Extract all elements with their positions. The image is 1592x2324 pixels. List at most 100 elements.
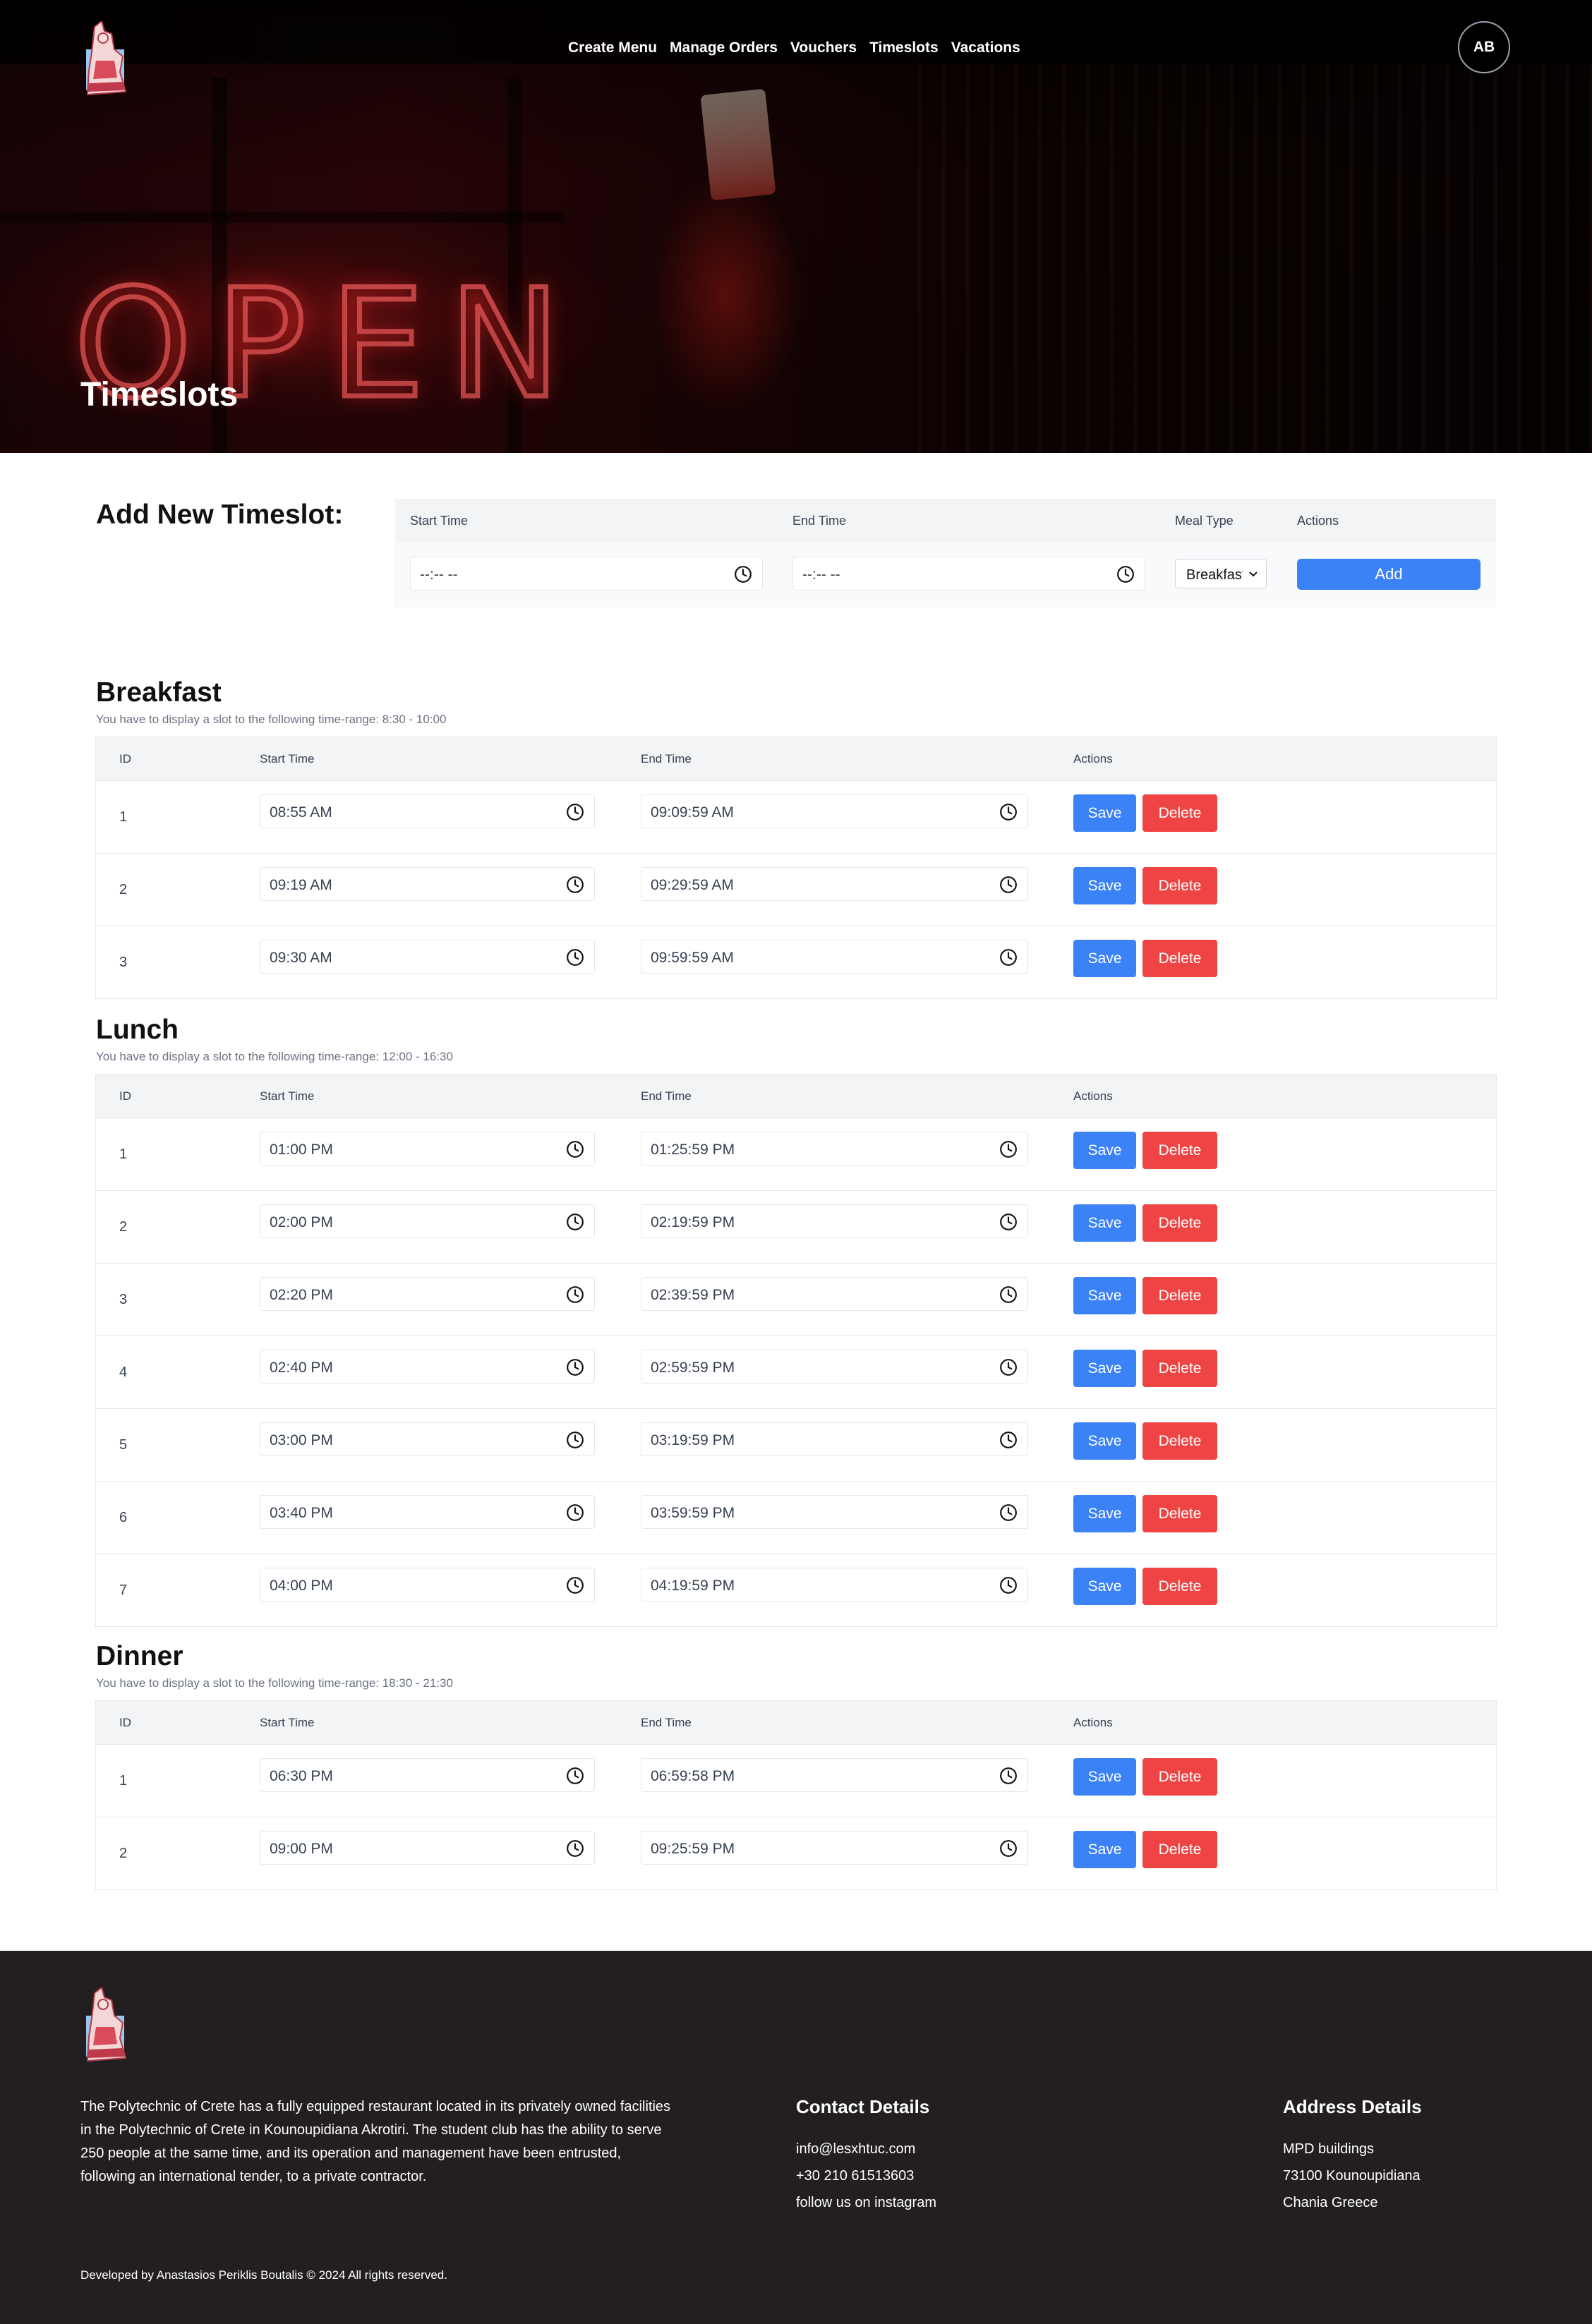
clock-icon[interactable] [999, 803, 1018, 821]
delete-button[interactable]: Delete [1142, 1350, 1217, 1387]
end-time-input[interactable]: 03:59:59 PM [641, 1495, 1028, 1529]
row-id: 2 [119, 882, 128, 897]
end-time-value: 03:19:59 PM [651, 1432, 735, 1448]
save-button[interactable]: Save [1073, 794, 1136, 832]
user-avatar-button[interactable]: AB [1458, 21, 1510, 73]
delete-button[interactable]: Delete [1142, 1422, 1217, 1460]
start-time-input[interactable]: 06:30 PM [260, 1758, 595, 1792]
meal-type-select[interactable]: Breakfast [1175, 559, 1267, 588]
clock-icon[interactable] [566, 803, 584, 821]
clock-icon[interactable] [999, 1358, 1018, 1376]
end-time-input[interactable]: 02:19:59 PM [641, 1204, 1028, 1238]
delete-button[interactable]: Delete [1142, 1132, 1217, 1169]
clock-icon[interactable] [566, 1358, 584, 1376]
clock-icon[interactable] [1116, 565, 1135, 583]
clock-icon[interactable] [566, 1839, 584, 1858]
clock-icon[interactable] [999, 1839, 1018, 1858]
clock-icon[interactable] [999, 1503, 1018, 1522]
start-time-input[interactable]: 03:00 PM [260, 1422, 595, 1456]
end-time-input[interactable]: 09:25:59 PM [641, 1831, 1028, 1865]
save-button[interactable]: Save [1073, 1350, 1136, 1387]
start-time-value: 04:00 PM [270, 1578, 333, 1594]
clock-icon[interactable] [999, 1285, 1018, 1304]
save-button[interactable]: Save [1073, 1831, 1136, 1868]
table-row: 1 01:00 PM 01:25:59 PM Save Delete [96, 1118, 1496, 1190]
start-time-input[interactable]: 04:00 PM [260, 1568, 595, 1602]
end-time-input[interactable]: 01:25:59 PM [641, 1132, 1028, 1166]
clock-icon[interactable] [734, 565, 752, 583]
end-time-input[interactable]: 09:09:59 AM [641, 794, 1028, 828]
contact-details-title: Contact Details [796, 2096, 930, 2117]
clock-icon[interactable] [566, 1213, 584, 1231]
row-id: 2 [119, 1219, 128, 1235]
save-button[interactable]: Save [1073, 1422, 1136, 1460]
header-actions: Actions [1073, 752, 1113, 765]
start-time-input[interactable]: 09:19 AM [260, 867, 595, 901]
contact-email-link[interactable]: info@lesxhtuc.com [796, 2136, 936, 2162]
end-time-input[interactable]: 03:19:59 PM [641, 1422, 1028, 1456]
add-timeslot-button[interactable]: Add [1297, 559, 1481, 590]
end-time-input[interactable]: 02:39:59 PM [641, 1277, 1028, 1311]
start-time-input[interactable]: 02:40 PM [260, 1350, 595, 1384]
start-time-input[interactable]: 09:00 PM [260, 1831, 595, 1865]
footer-about-text: The Polytechnic of Crete has a fully equ… [80, 2099, 671, 2184]
nav-timeslots[interactable]: Timeslots [869, 40, 939, 56]
clock-icon[interactable] [999, 1140, 1018, 1158]
delete-button[interactable]: Delete [1142, 1277, 1217, 1314]
new-end-time-input[interactable]: --:-- -- [792, 557, 1145, 591]
lunch-time-range-hint: You have to display a slot to the follow… [96, 1050, 453, 1063]
start-time-input[interactable]: 08:55 AM [260, 794, 595, 828]
clock-icon[interactable] [566, 1431, 584, 1449]
save-button[interactable]: Save [1073, 940, 1136, 977]
delete-button[interactable]: Delete [1142, 1831, 1217, 1868]
clock-icon[interactable] [999, 1213, 1018, 1231]
clock-icon[interactable] [566, 1576, 584, 1594]
nav-vouchers[interactable]: Vouchers [790, 40, 857, 56]
clock-icon[interactable] [566, 948, 584, 967]
start-time-value: 08:55 AM [270, 804, 332, 821]
delete-button[interactable]: Delete [1142, 940, 1217, 977]
delete-button[interactable]: Delete [1142, 1204, 1217, 1242]
start-time-input[interactable]: 01:00 PM [260, 1132, 595, 1166]
new-start-time-input[interactable]: --:-- -- [410, 557, 763, 591]
save-button[interactable]: Save [1073, 1568, 1136, 1605]
end-time-input[interactable]: 06:59:58 PM [641, 1758, 1028, 1792]
delete-button[interactable]: Delete [1142, 1758, 1217, 1796]
clock-icon[interactable] [566, 1285, 584, 1304]
nav-manage-orders[interactable]: Manage Orders [670, 40, 778, 56]
end-time-input[interactable]: 04:19:59 PM [641, 1568, 1028, 1602]
start-time-input[interactable]: 02:20 PM [260, 1277, 595, 1311]
dinner-time-range-hint: You have to display a slot to the follow… [96, 1676, 453, 1690]
clock-icon[interactable] [566, 1767, 584, 1785]
nav-create-menu[interactable]: Create Menu [568, 40, 657, 56]
clock-icon[interactable] [566, 876, 584, 894]
delete-button[interactable]: Delete [1142, 794, 1217, 832]
delete-button[interactable]: Delete [1142, 1568, 1217, 1605]
end-time-input[interactable]: 02:59:59 PM [641, 1350, 1028, 1384]
save-button[interactable]: Save [1073, 1204, 1136, 1242]
save-button[interactable]: Save [1073, 867, 1136, 904]
clock-icon[interactable] [999, 1576, 1018, 1594]
clock-icon[interactable] [999, 1431, 1018, 1449]
delete-button[interactable]: Delete [1142, 1495, 1217, 1532]
clock-icon[interactable] [999, 876, 1018, 894]
clock-icon[interactable] [566, 1503, 584, 1522]
delete-button[interactable]: Delete [1142, 867, 1217, 904]
site-logo[interactable] [80, 20, 131, 99]
end-time-input[interactable]: 09:29:59 AM [641, 867, 1028, 901]
start-time-input[interactable]: 09:30 AM [260, 940, 595, 974]
instagram-link[interactable]: follow us on instagram [796, 2189, 936, 2216]
save-button[interactable]: Save [1073, 1277, 1136, 1314]
table-header: ID Start Time End Time Actions [96, 737, 1496, 780]
start-time-input[interactable]: 02:00 PM [260, 1204, 595, 1238]
save-button[interactable]: Save [1073, 1495, 1136, 1532]
save-button[interactable]: Save [1073, 1132, 1136, 1169]
nav-vacations[interactable]: Vacations [951, 40, 1020, 56]
clock-icon[interactable] [999, 1767, 1018, 1785]
clock-icon[interactable] [566, 1140, 584, 1158]
save-button[interactable]: Save [1073, 1758, 1136, 1796]
clock-icon[interactable] [999, 948, 1018, 967]
end-time-input[interactable]: 09:59:59 AM [641, 940, 1028, 974]
meal-type-value: Breakfast [1186, 567, 1243, 583]
start-time-input[interactable]: 03:40 PM [260, 1495, 595, 1529]
